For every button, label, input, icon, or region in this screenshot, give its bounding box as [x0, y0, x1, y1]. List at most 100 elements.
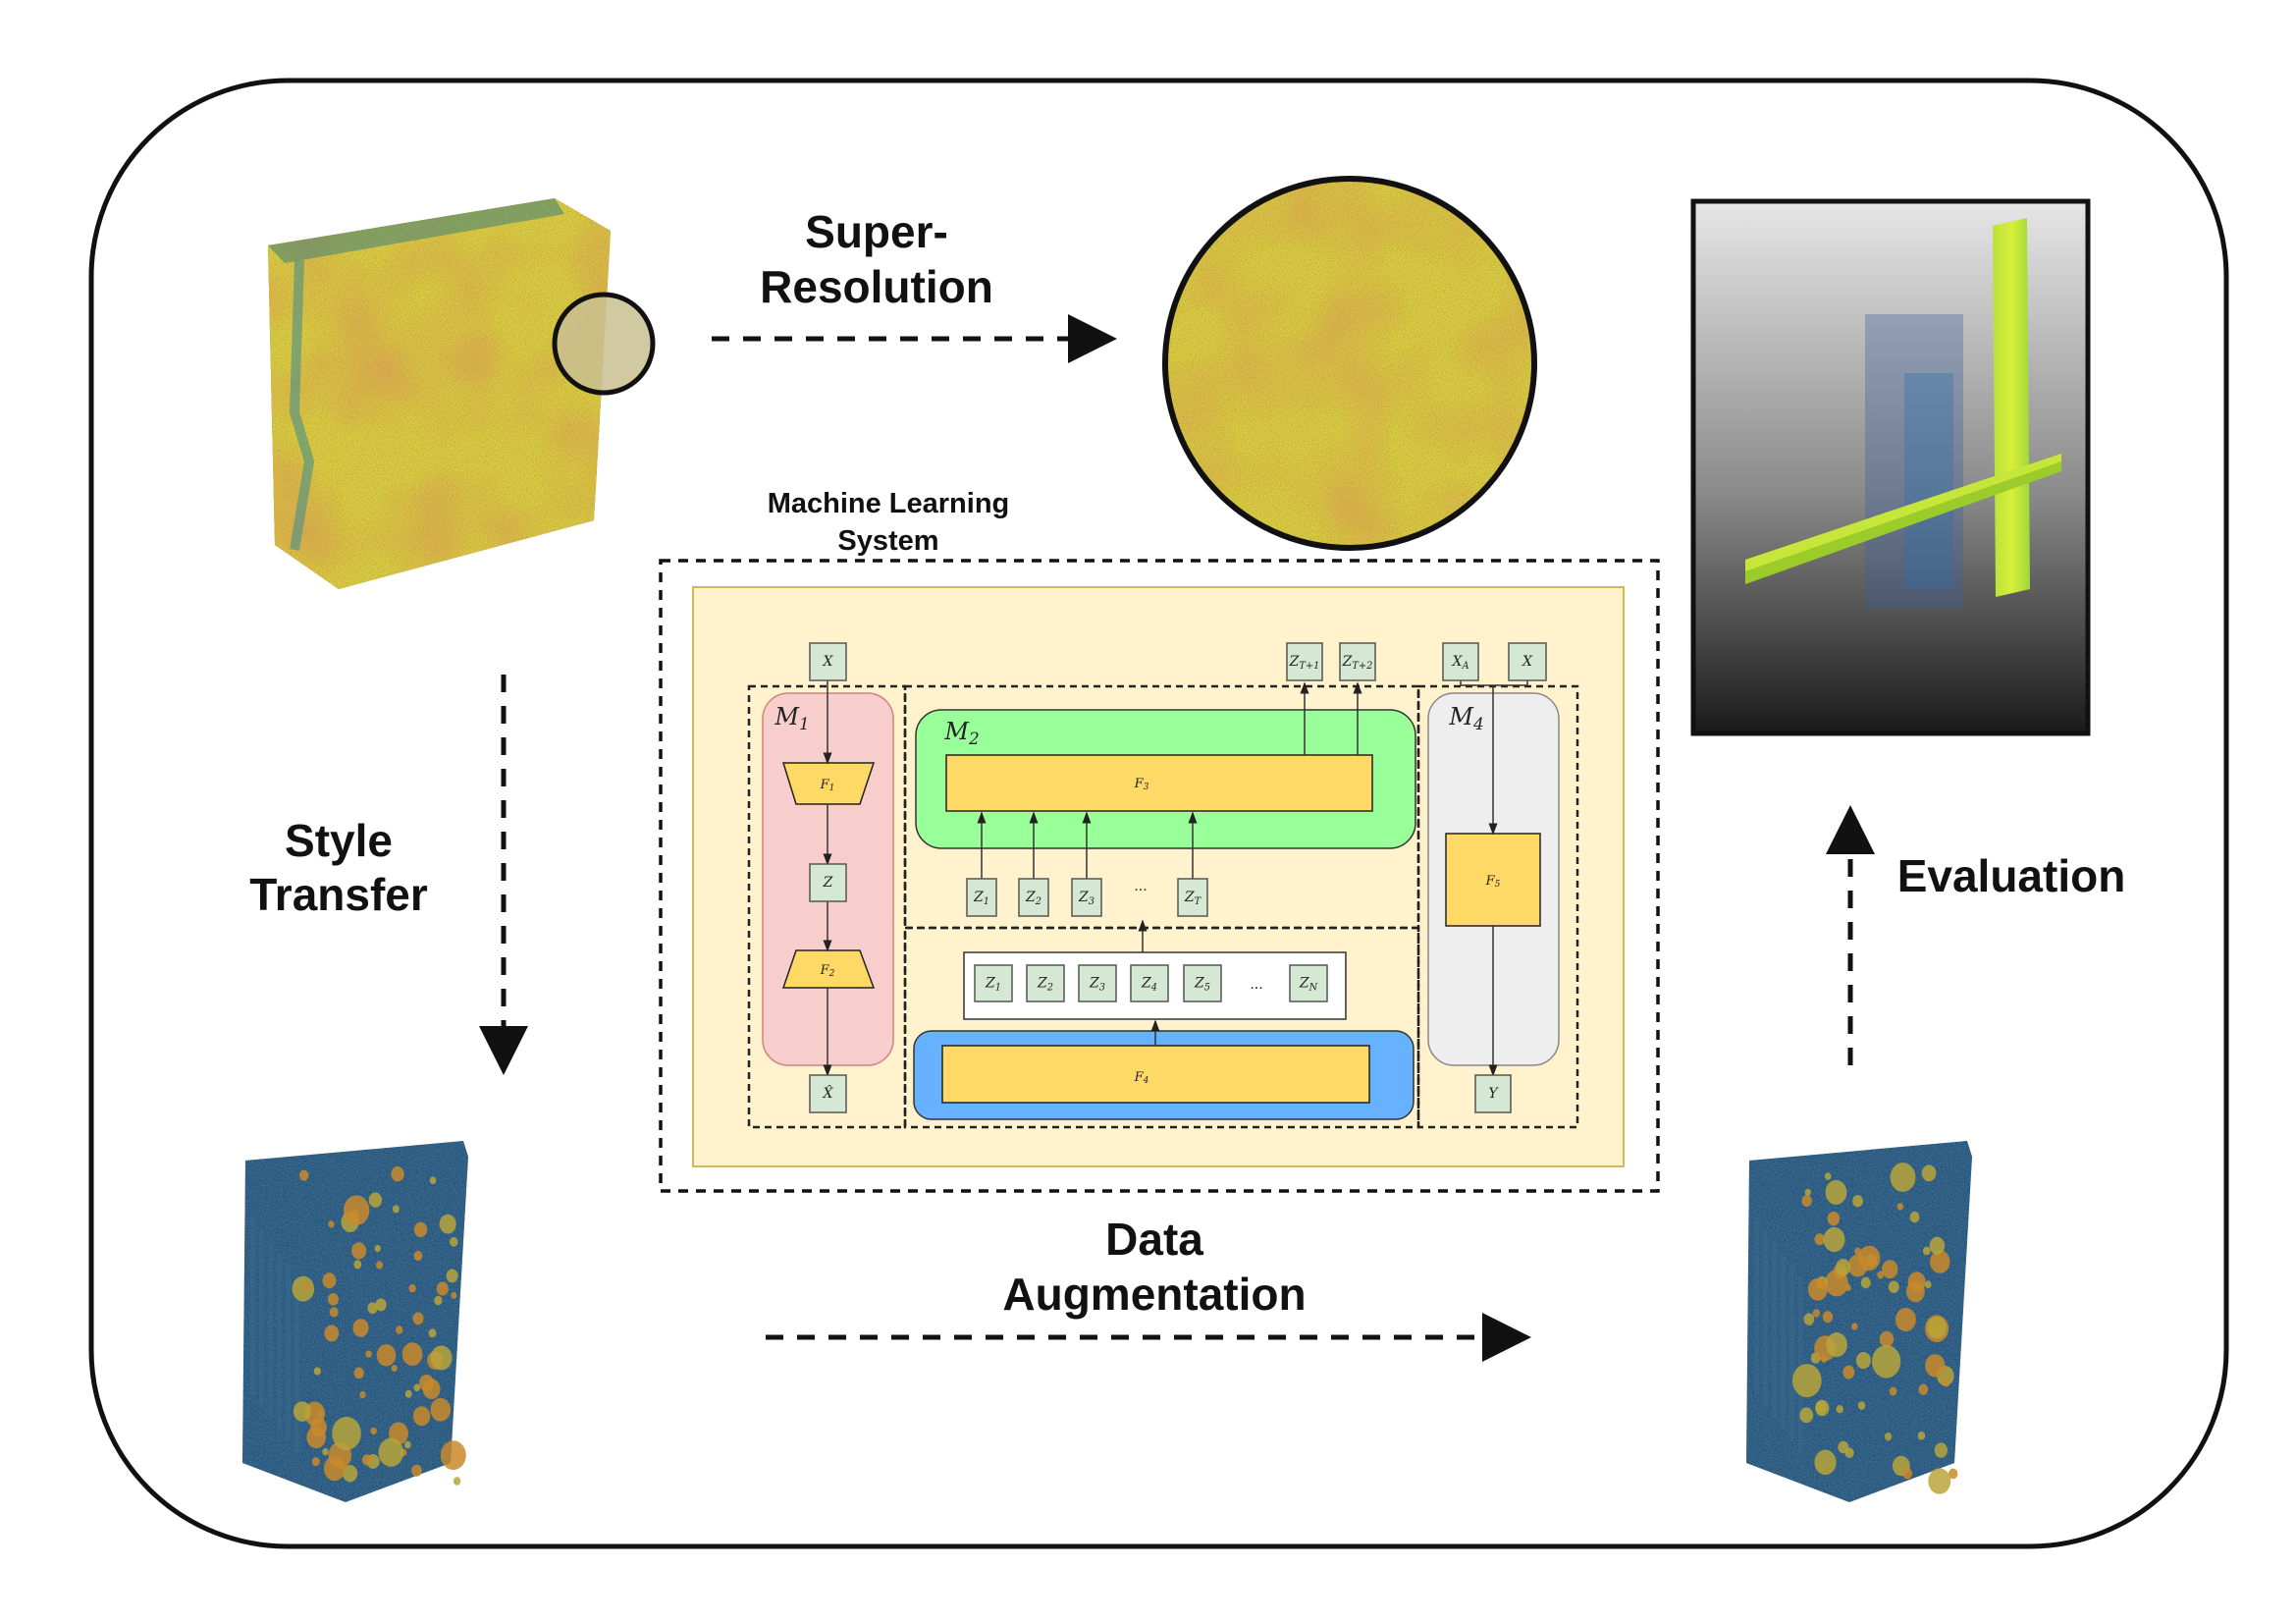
bank-node-label-base: Z: [1194, 976, 1204, 992]
inclusion: [1888, 1280, 1899, 1293]
inclusion: [1807, 1277, 1828, 1301]
f4-label-subscript: 4: [1143, 1076, 1149, 1086]
inclusion: [322, 1272, 337, 1289]
f1-label-subscript: 1: [829, 784, 835, 793]
inclusion: [1857, 1401, 1866, 1410]
inclusion: [359, 1390, 366, 1399]
f5-label-subscript: 5: [1495, 880, 1501, 890]
inclusion: [310, 1418, 327, 1437]
bank-node-label-subscript: 2: [1046, 982, 1053, 993]
prediction-zt1-node-label-base: Z: [1289, 654, 1300, 670]
inclusion: [323, 1456, 346, 1482]
inclusion: [324, 1325, 340, 1342]
inclusion: [430, 1345, 453, 1371]
inclusion: [392, 1205, 400, 1214]
inclusion: [449, 1236, 458, 1247]
inclusion: [1804, 1188, 1811, 1196]
inclusion: [1882, 1260, 1898, 1279]
inclusion: [370, 1427, 377, 1435]
f3-label-subscript: 3: [1144, 783, 1149, 792]
prediction-zt2-node-label-base: Z: [1342, 654, 1353, 670]
bank-node-label-subscript: 5: [1204, 982, 1210, 993]
inclusion: [327, 1293, 339, 1306]
inclusion: [1895, 1307, 1916, 1332]
bank-node-label-base: Z: [1299, 976, 1309, 992]
input-x-m4-node-label-base: X: [1522, 654, 1533, 670]
inclusion: [361, 1454, 372, 1466]
inclusion: [430, 1397, 452, 1422]
input-xa-node-label-subscript: A: [1461, 661, 1468, 672]
prediction-zt1-node-label-subscript: T+1: [1299, 661, 1319, 672]
m4-label-subscript: 4: [1472, 714, 1484, 733]
workflow-diagram: Super- Resolution Machine Learning Syste…: [88, 78, 2229, 1549]
inclusion: [436, 1281, 449, 1296]
inclusion: [1884, 1432, 1893, 1441]
inclusion: [391, 1364, 398, 1373]
stripe: [1754, 1217, 1759, 1394]
inclusion: [434, 1295, 443, 1306]
stripe: [277, 1253, 282, 1430]
latent-z-node-label: Z: [823, 875, 833, 891]
super-resolution-label: Super-: [805, 206, 948, 257]
inclusion: [1890, 1163, 1916, 1192]
inclusion: [413, 1221, 428, 1238]
inclusion: [1851, 1323, 1858, 1330]
inclusion: [1934, 1442, 1949, 1458]
stripe: [1772, 1241, 1777, 1418]
stripe: [1781, 1253, 1786, 1430]
f2-label-subscript: 2: [828, 969, 835, 979]
inclusion: [322, 1448, 329, 1456]
stripe: [1789, 1265, 1794, 1441]
inclusion: [440, 1440, 466, 1471]
inclusion: [302, 1282, 310, 1291]
sequence-node-label-base: Z: [973, 890, 984, 905]
inclusion: [1844, 1283, 1851, 1292]
inclusion: [1918, 1383, 1929, 1395]
data-augmentation-label-line2: Augmentation: [1002, 1269, 1306, 1320]
inclusion: [329, 1307, 339, 1318]
inclusion: [413, 1383, 421, 1392]
inclusion: [1889, 1386, 1897, 1396]
inclusion: [1836, 1404, 1843, 1414]
style-transfer-label-line2: Transfer: [249, 869, 428, 920]
style-transfer-label: Style: [285, 815, 393, 866]
inclusion: [1909, 1211, 1920, 1223]
inclusion: [352, 1319, 369, 1337]
ellipsis: ...: [1250, 977, 1262, 993]
inclusion: [378, 1437, 403, 1467]
super-resolved-patch-image: [1162, 176, 1537, 551]
inclusion: [1814, 1449, 1837, 1476]
inclusion: [1803, 1313, 1815, 1325]
inclusion: [1921, 1164, 1937, 1182]
inclusion: [413, 1250, 423, 1262]
inclusion: [1836, 1259, 1851, 1276]
inclusion: [365, 1350, 372, 1358]
bank-node-label-base: Z: [1037, 976, 1047, 992]
inclusion: [1827, 1211, 1841, 1226]
bank-node-label-base: Z: [985, 976, 995, 992]
inclusion: [313, 1367, 321, 1376]
inclusion: [408, 1284, 416, 1293]
inclusion: [1824, 1172, 1832, 1180]
inclusion: [1928, 1468, 1951, 1494]
inclusion: [422, 1379, 441, 1399]
m1-label-subscript: 1: [799, 714, 810, 733]
inclusion: [1822, 1311, 1834, 1324]
sequence-node-label-subscript: 3: [1089, 896, 1095, 907]
inclusion: [1823, 1226, 1845, 1253]
inclusion: [376, 1261, 384, 1270]
inclusion: [351, 1242, 367, 1260]
input-x-node-label-base: X: [823, 654, 834, 670]
evaluation-label: Evaluation: [1897, 850, 2126, 901]
inclusion: [451, 1291, 457, 1299]
data-augmentation-label: Data: [1105, 1214, 1203, 1265]
bank-node-label-base: Z: [1141, 976, 1151, 992]
m2-label-subscript: 2: [968, 729, 980, 748]
inclusion: [368, 1192, 383, 1208]
sequence-node-label-subscript: 2: [1035, 896, 1041, 907]
inclusion: [1896, 1203, 1904, 1211]
inclusion: [1801, 1195, 1812, 1208]
inclusion: [1815, 1401, 1827, 1414]
zoom-lens-icon: [552, 292, 656, 396]
style-transferred-volume-image: [242, 1141, 468, 1502]
